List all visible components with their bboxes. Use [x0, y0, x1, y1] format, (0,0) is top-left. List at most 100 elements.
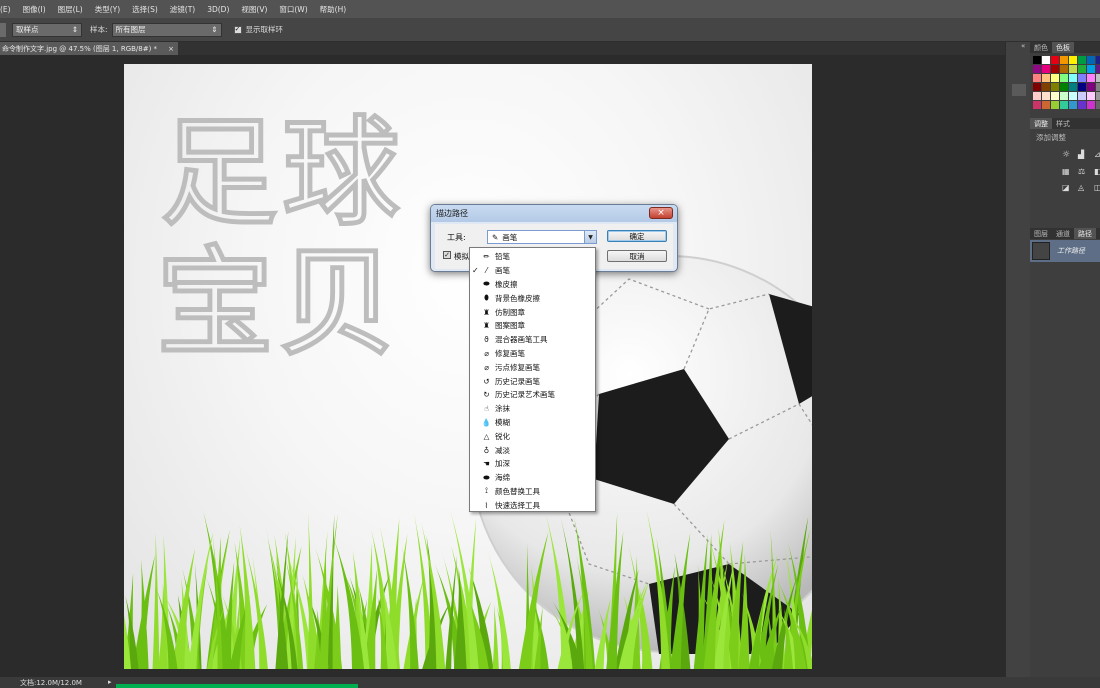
menu-item[interactable]: 视图(V): [241, 4, 267, 15]
curves-icon[interactable]: ⊿: [1094, 150, 1100, 160]
dropdown-item[interactable]: ✓ ⁄ 画笔: [470, 264, 595, 278]
color-swatch[interactable]: [1078, 83, 1086, 91]
tab-paths[interactable]: 路径: [1074, 228, 1096, 239]
dropdown-item[interactable]: △ 锐化: [470, 429, 595, 443]
color-swatch[interactable]: [1087, 101, 1095, 109]
dropdown-item[interactable]: ↻ 历史记录艺术画笔: [470, 388, 595, 402]
menu-item[interactable]: 类型(Y): [95, 4, 120, 15]
dropdown-item[interactable]: ↺ 历史记录画笔: [470, 374, 595, 388]
work-path-row[interactable]: 工作路径: [1030, 240, 1100, 262]
dropdown-item[interactable]: ⬬ 橡皮擦: [470, 278, 595, 292]
color-swatch[interactable]: [1060, 74, 1068, 82]
histogram-icon[interactable]: [1012, 84, 1026, 96]
color-swatch[interactable]: [1078, 74, 1086, 82]
color-swatch[interactable]: [1096, 74, 1100, 82]
tab-styles[interactable]: 样式: [1052, 118, 1074, 129]
brightness-icon[interactable]: ☼: [1062, 150, 1072, 160]
dropdown-item[interactable]: ☝ 涂抹: [470, 402, 595, 416]
tab-adjustments[interactable]: 调整: [1030, 118, 1052, 129]
dropdown-item[interactable]: ϑ 混合器画笔工具: [470, 333, 595, 347]
color-swatch[interactable]: [1096, 83, 1100, 91]
color-swatch[interactable]: [1042, 101, 1050, 109]
menu-item[interactable]: 窗口(W): [279, 4, 307, 15]
color-swatch[interactable]: [1051, 92, 1059, 100]
color-swatch[interactable]: [1042, 83, 1050, 91]
threshold-icon[interactable]: ◫: [1094, 183, 1100, 192]
color-swatch[interactable]: [1033, 56, 1041, 64]
color-swatch[interactable]: [1096, 56, 1100, 64]
posterize-icon[interactable]: ◬: [1078, 183, 1088, 192]
sample-point-select[interactable]: 取样点 ⇕: [12, 22, 82, 37]
tool-preset-icon[interactable]: [0, 22, 6, 37]
vibrance-icon[interactable]: ▦: [1062, 167, 1072, 176]
document-tab[interactable]: 命令制作文字.jpg @ 47.5% (图层 1, RGB/8#) * ×: [0, 42, 178, 55]
color-swatch[interactable]: [1078, 101, 1086, 109]
color-swatch[interactable]: [1051, 65, 1059, 73]
color-swatch[interactable]: [1087, 74, 1095, 82]
color-swatch[interactable]: [1033, 74, 1041, 82]
swatch-grid[interactable]: [1030, 53, 1100, 112]
color-swatch[interactable]: [1069, 83, 1077, 91]
invert-icon[interactable]: ◪: [1062, 183, 1072, 192]
color-swatch[interactable]: [1042, 65, 1050, 73]
tab-color[interactable]: 颜色: [1030, 42, 1052, 53]
color-swatch[interactable]: [1069, 65, 1077, 73]
dropdown-item[interactable]: ⌀ 污点修复画笔: [470, 360, 595, 374]
tool-select[interactable]: ✎ 画笔 ▼: [487, 230, 597, 244]
menu-item[interactable]: 3D(D): [207, 5, 229, 14]
color-swatch[interactable]: [1051, 83, 1059, 91]
color-swatch[interactable]: [1060, 92, 1068, 100]
menu-item[interactable]: 图层(L): [58, 4, 83, 15]
tab-channels[interactable]: 通道: [1052, 228, 1074, 239]
color-swatch[interactable]: [1060, 101, 1068, 109]
show-ring-checkbox[interactable]: ✓: [233, 25, 242, 34]
color-swatch[interactable]: [1033, 92, 1041, 100]
color-swatch[interactable]: [1069, 74, 1077, 82]
color-swatch[interactable]: [1096, 101, 1100, 109]
simulate-pressure-checkbox[interactable]: ✓: [443, 251, 451, 259]
bw-icon[interactable]: ◧: [1094, 167, 1100, 176]
color-swatch[interactable]: [1087, 56, 1095, 64]
color-swatch[interactable]: [1042, 92, 1050, 100]
color-swatch[interactable]: [1096, 65, 1100, 73]
menu-item[interactable]: 选择(S): [132, 4, 158, 15]
menu-item[interactable]: 图像(I): [23, 4, 46, 15]
color-swatch[interactable]: [1087, 92, 1095, 100]
color-swatch[interactable]: [1051, 101, 1059, 109]
dropdown-item[interactable]: ⌀ 修复画笔: [470, 347, 595, 361]
color-swatch[interactable]: [1051, 74, 1059, 82]
tab-swatches[interactable]: 色板: [1052, 42, 1074, 53]
color-swatch[interactable]: [1087, 65, 1095, 73]
dropdown-item[interactable]: ⬮ 背景色橡皮擦: [470, 291, 595, 305]
canvas[interactable]: 足球 宝贝: [124, 64, 812, 669]
ok-button[interactable]: 确定: [607, 230, 667, 242]
color-swatch[interactable]: [1060, 83, 1068, 91]
color-swatch[interactable]: [1078, 92, 1086, 100]
color-swatch[interactable]: [1033, 83, 1041, 91]
color-swatch[interactable]: [1069, 92, 1077, 100]
close-icon[interactable]: ×: [649, 207, 673, 219]
color-swatch[interactable]: [1069, 56, 1077, 64]
dropdown-item[interactable]: ♜ 图案图章: [470, 319, 595, 333]
levels-icon[interactable]: ▟: [1078, 150, 1088, 160]
color-swatch[interactable]: [1033, 65, 1041, 73]
balance-icon[interactable]: ⚖: [1078, 167, 1088, 176]
color-swatch[interactable]: [1042, 74, 1050, 82]
color-swatch[interactable]: [1096, 92, 1100, 100]
cancel-button[interactable]: 取消: [607, 250, 667, 262]
color-swatch[interactable]: [1078, 56, 1086, 64]
dropdown-item[interactable]: ✏ 铅笔: [470, 250, 595, 264]
color-swatch[interactable]: [1060, 56, 1068, 64]
menu-item[interactable]: 帮助(H): [320, 4, 347, 15]
menu-item[interactable]: 滤镜(T): [170, 4, 195, 15]
dropdown-item[interactable]: ⌇ 快速选择工具: [470, 498, 595, 512]
sample-layers-select[interactable]: 所有图层 ⇕: [111, 22, 222, 37]
color-swatch[interactable]: [1060, 65, 1068, 73]
menu-item[interactable]: (E): [0, 5, 11, 14]
dropdown-item[interactable]: ⬬ 海绵: [470, 471, 595, 485]
chevron-down-icon[interactable]: ▼: [584, 231, 596, 243]
color-swatch[interactable]: [1069, 101, 1077, 109]
dropdown-item[interactable]: ♁ 减淡: [470, 443, 595, 457]
tab-layers[interactable]: 图层: [1030, 228, 1052, 239]
dropdown-item[interactable]: ♜ 仿制图章: [470, 305, 595, 319]
